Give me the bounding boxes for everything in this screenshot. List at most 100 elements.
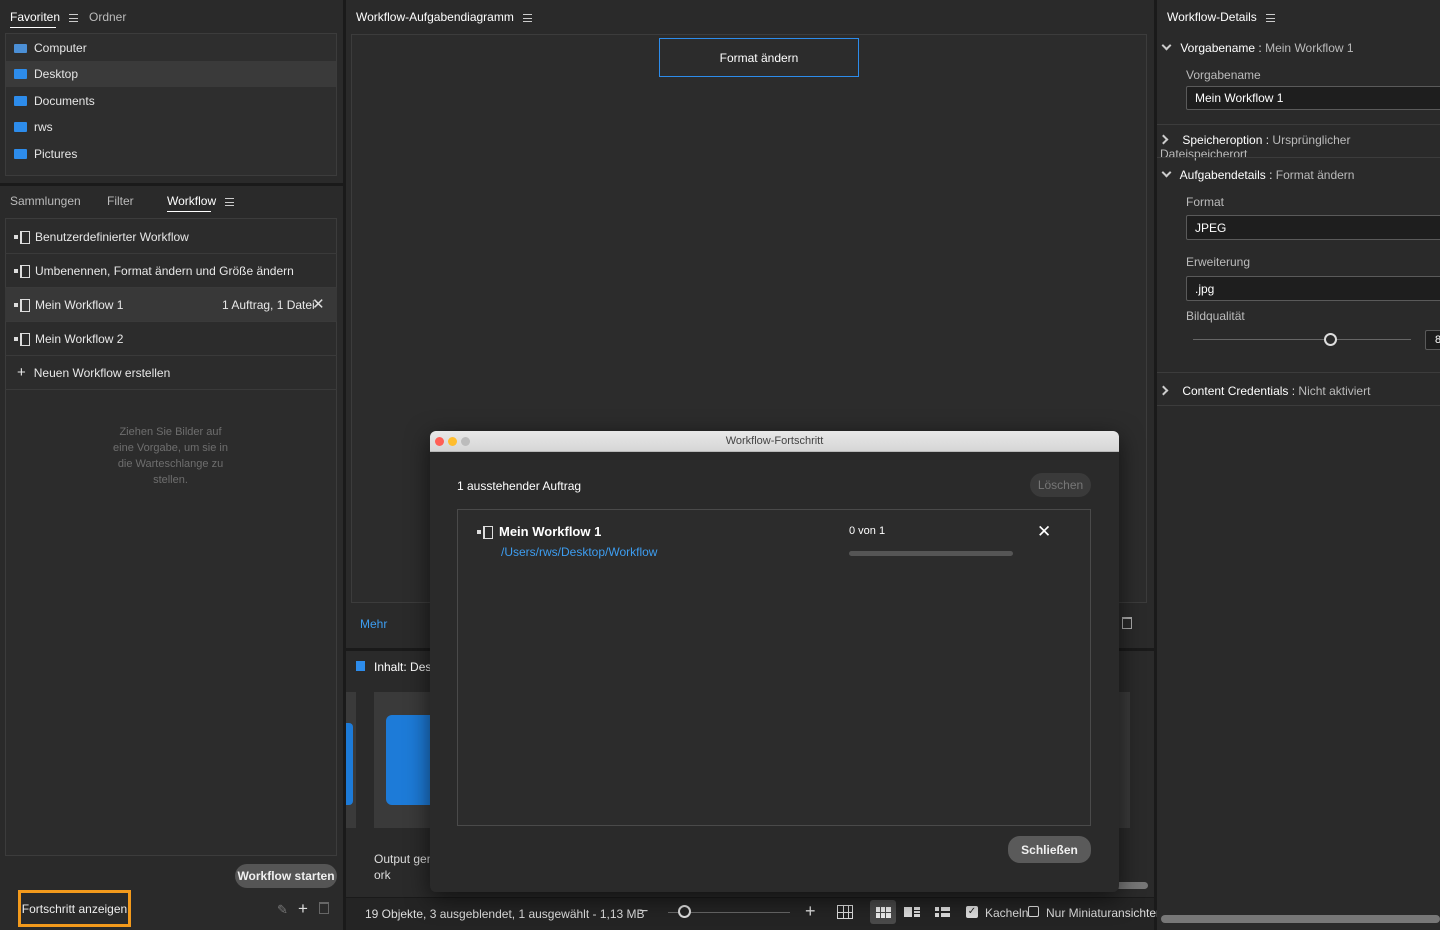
section-sep: :	[1255, 41, 1266, 55]
section-content-credentials[interactable]: Content Credentials : Nicht aktiviert	[1158, 384, 1371, 398]
folder-icon	[14, 149, 27, 159]
tab-workflow-label: Workflow	[167, 194, 217, 208]
status-text: 19 Objekte, 3 ausgeblendet, 1 ausgewählt…	[365, 907, 645, 921]
erweiterung-label: Erweiterung	[1186, 255, 1251, 269]
task-node-format[interactable]: Format ändern	[659, 38, 859, 77]
format-select[interactable]: JPEG	[1186, 215, 1440, 240]
content-scrollbar[interactable]	[1116, 882, 1148, 889]
trash-icon[interactable]	[319, 902, 329, 914]
erweiterung-select[interactable]: .jpg	[1186, 276, 1440, 301]
workflow-icon	[14, 230, 30, 244]
tab-ordner[interactable]: Ordner	[89, 10, 126, 24]
zoom-slider-handle[interactable]	[678, 905, 691, 918]
favorite-item-rws[interactable]: rws	[6, 114, 336, 140]
menu-icon[interactable]	[225, 197, 235, 206]
section-value: Nicht aktiviert	[1298, 384, 1371, 398]
favorite-item-computer[interactable]: Computer	[6, 35, 336, 61]
chevron-down-icon	[1161, 167, 1172, 178]
workflow-icon	[14, 298, 30, 312]
favorite-label: Desktop	[34, 67, 79, 81]
close-icon[interactable]: ✕	[312, 295, 325, 313]
format-label: Format	[1186, 195, 1225, 209]
job-name: Mein Workflow 1	[499, 524, 602, 539]
section-vorgabename[interactable]: Vorgabename : Mein Workflow 1	[1160, 40, 1354, 55]
quality-slider[interactable]	[1193, 339, 1411, 340]
menu-icon[interactable]	[69, 13, 79, 22]
cancel-job-icon[interactable]: ✕	[1037, 522, 1051, 542]
content-icon	[356, 661, 365, 671]
output-label: Output gene ork	[374, 851, 430, 883]
delete-button[interactable]: Löschen	[1030, 473, 1091, 497]
trash-icon[interactable]	[1122, 617, 1132, 629]
workflow-item-rename-format[interactable]: Umbenennen, Format ändern und Größe ände…	[5, 254, 337, 288]
nur-miniatur-checkbox[interactable]	[1028, 906, 1039, 917]
list-view-icon[interactable]	[935, 907, 950, 917]
workflow-icon	[14, 332, 30, 346]
new-workflow-button[interactable]: + Neuen Workflow erstellen	[5, 356, 337, 390]
workflow-item-custom[interactable]: Benutzerdefinierter Workflow	[5, 220, 337, 254]
workflow-icon	[14, 264, 30, 278]
tab-favoriten-label: Favoriten	[10, 10, 61, 24]
workflow-meta: 1 Auftrag, 1 Datei	[222, 297, 315, 312]
detail-view-icon[interactable]	[904, 907, 920, 917]
diagram-title: Workflow-Aufgabendiagramm	[356, 10, 533, 24]
section-value: Format ändern	[1275, 168, 1355, 182]
vorgabename-label: Vorgabename	[1186, 68, 1261, 82]
menu-icon[interactable]	[1266, 13, 1276, 22]
favorite-item-pictures[interactable]: Pictures	[6, 141, 336, 167]
quality-slider-handle[interactable]	[1324, 333, 1337, 346]
tab-workflow[interactable]: Workflow	[167, 194, 235, 212]
job-path-link[interactable]: /Users/rws/Desktop/Workflow	[501, 545, 657, 559]
folder-icon	[14, 122, 27, 132]
favorite-item-desktop[interactable]: Desktop	[6, 61, 336, 87]
tab-filter[interactable]: Filter	[107, 194, 134, 208]
chevron-down-icon	[1161, 40, 1172, 51]
workflow-label: Mein Workflow 1	[35, 297, 124, 312]
favorite-item-documents[interactable]: Documents	[6, 88, 336, 114]
status-bar: 19 Objekte, 3 ausgeblendet, 1 ausgewählt…	[346, 898, 1163, 930]
tab-favoriten[interactable]: Favoriten	[10, 10, 79, 28]
add-icon[interactable]: +	[298, 899, 308, 919]
details-scrollbar[interactable]	[1161, 915, 1440, 923]
folder-thumb-icon	[386, 715, 430, 805]
section-aufgabendetails[interactable]: Aufgabendetails : Format ändern	[1160, 167, 1355, 182]
progress-dialog: Workflow-Fortschritt 1 ausstehender Auft…	[430, 431, 1119, 892]
section-sep: :	[1288, 384, 1299, 398]
workflow-label: Umbenennen, Format ändern und Größe ände…	[35, 263, 294, 278]
quality-value-input[interactable]: 8	[1425, 330, 1440, 350]
drop-hint: Ziehen Sie Bilder auf eine Vorgabe, um s…	[113, 426, 228, 486]
vorgabename-input[interactable]: Mein Workflow 1	[1186, 86, 1440, 110]
kacheln-checkbox[interactable]: ✓	[966, 906, 978, 918]
workflow-item-mein-workflow-1[interactable]: Mein Workflow 1 1 Auftrag, 1 Datei ✕	[5, 288, 337, 322]
folder-icon	[14, 69, 27, 79]
pending-jobs-label: 1 ausstehender Auftrag	[457, 479, 582, 493]
more-link[interactable]: Mehr	[360, 617, 387, 631]
grid-view-icon[interactable]	[837, 905, 853, 919]
show-progress-button[interactable]: Fortschritt anzeigen	[18, 890, 131, 927]
start-workflow-button[interactable]: Workflow starten	[235, 864, 337, 888]
favorite-label: Documents	[34, 94, 95, 108]
menu-icon[interactable]	[523, 13, 533, 22]
job-count: 0 von 1	[849, 525, 886, 537]
workflow-label: Mein Workflow 2	[35, 331, 124, 346]
section-key: Content Credentials	[1182, 384, 1289, 398]
dialog-title: Workflow-Fortschritt	[725, 435, 824, 447]
details-title-label: Workflow-Details	[1167, 10, 1257, 24]
folder-icon	[14, 96, 27, 106]
pencil-icon[interactable]: ✎	[277, 902, 288, 918]
close-button[interactable]: Schließen	[1008, 836, 1091, 863]
section-key: Vorgabename	[1180, 41, 1256, 55]
workflow-item-mein-workflow-2[interactable]: Mein Workflow 2	[5, 322, 337, 356]
folder-thumb-partial-icon	[346, 723, 353, 805]
section-key: Speicheroption	[1182, 133, 1263, 147]
workflow-label: Benutzerdefinierter Workflow	[35, 229, 189, 244]
section-key: Aufgabendetails	[1179, 168, 1266, 182]
favorites-list: Computer Desktop Documents rws Pictures	[5, 33, 337, 176]
tab-sammlungen[interactable]: Sammlungen	[10, 194, 81, 208]
favorite-label: rws	[34, 120, 53, 134]
diagram-title-label: Workflow-Aufgabendiagramm	[356, 10, 514, 24]
computer-icon	[14, 43, 27, 53]
zoom-out-icon[interactable]: −	[639, 903, 648, 921]
zoom-in-icon[interactable]: +	[805, 901, 816, 922]
tile-view-icon	[876, 907, 891, 918]
